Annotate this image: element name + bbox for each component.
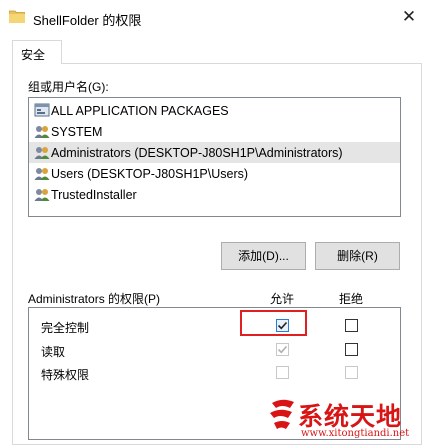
users-group-icon	[34, 145, 50, 160]
read-allow-checkbox	[276, 343, 289, 356]
list-item-label: Administrators (DESKTOP-J80SH1P\Administ…	[51, 146, 343, 160]
list-item-label: Users (DESKTOP-J80SH1P\Users)	[51, 167, 249, 181]
special-deny-checkbox	[345, 366, 358, 379]
list-item-administrators[interactable]: Administrators (DESKTOP-J80SH1P\Administ…	[29, 142, 400, 163]
users-listbox[interactable]: ALL APPLICATION PACKAGES SYSTEM Administ…	[28, 97, 401, 217]
list-item-users[interactable]: Users (DESKTOP-J80SH1P\Users)	[29, 163, 400, 184]
close-button[interactable]: ✕	[398, 6, 420, 28]
add-button[interactable]: 添加(D)...	[221, 242, 306, 270]
users-group-icon	[34, 124, 50, 139]
users-group-icon	[34, 166, 50, 181]
special-allow-checkbox	[276, 366, 289, 379]
watermark-url: www.xitongtiandi.net	[301, 428, 410, 439]
watermark-logo: 系统天地 www.xitongtiandi.net	[268, 395, 428, 445]
tab-security[interactable]: 安全	[12, 40, 62, 64]
brand-logo-icon	[270, 399, 294, 429]
permission-label-full-control: 完全控制	[41, 321, 90, 335]
list-item-system[interactable]: SYSTEM	[29, 121, 400, 142]
list-item-all-application-packages[interactable]: ALL APPLICATION PACKAGES	[29, 100, 400, 121]
allow-column-header: 允许	[269, 292, 294, 306]
list-item-trustedinstaller[interactable]: TrustedInstaller	[29, 184, 400, 205]
users-group-label: 组或用户名(G):	[28, 80, 109, 94]
remove-button[interactable]: 删除(R)	[315, 242, 400, 270]
permission-label-special: 特殊权限	[41, 368, 90, 382]
checkmark-icon	[277, 345, 288, 354]
permission-label-read: 读取	[41, 345, 66, 359]
permissions-header: Administrators 的权限(P)	[28, 292, 161, 306]
list-item-label: ALL APPLICATION PACKAGES	[51, 104, 229, 118]
title-bar: ShellFolder 的权限 ✕	[0, 0, 428, 36]
read-deny-checkbox[interactable]	[345, 343, 358, 356]
list-item-label: SYSTEM	[51, 125, 103, 139]
app-packages-icon	[34, 103, 50, 118]
list-item-label: TrustedInstaller	[51, 188, 137, 202]
users-group-icon	[34, 187, 50, 202]
deny-column-header: 拒绝	[338, 292, 363, 306]
window-title: ShellFolder 的权限	[33, 13, 142, 28]
highlight-annotation	[240, 310, 307, 336]
folder-icon	[8, 10, 26, 24]
full-control-deny-checkbox[interactable]	[345, 319, 358, 332]
